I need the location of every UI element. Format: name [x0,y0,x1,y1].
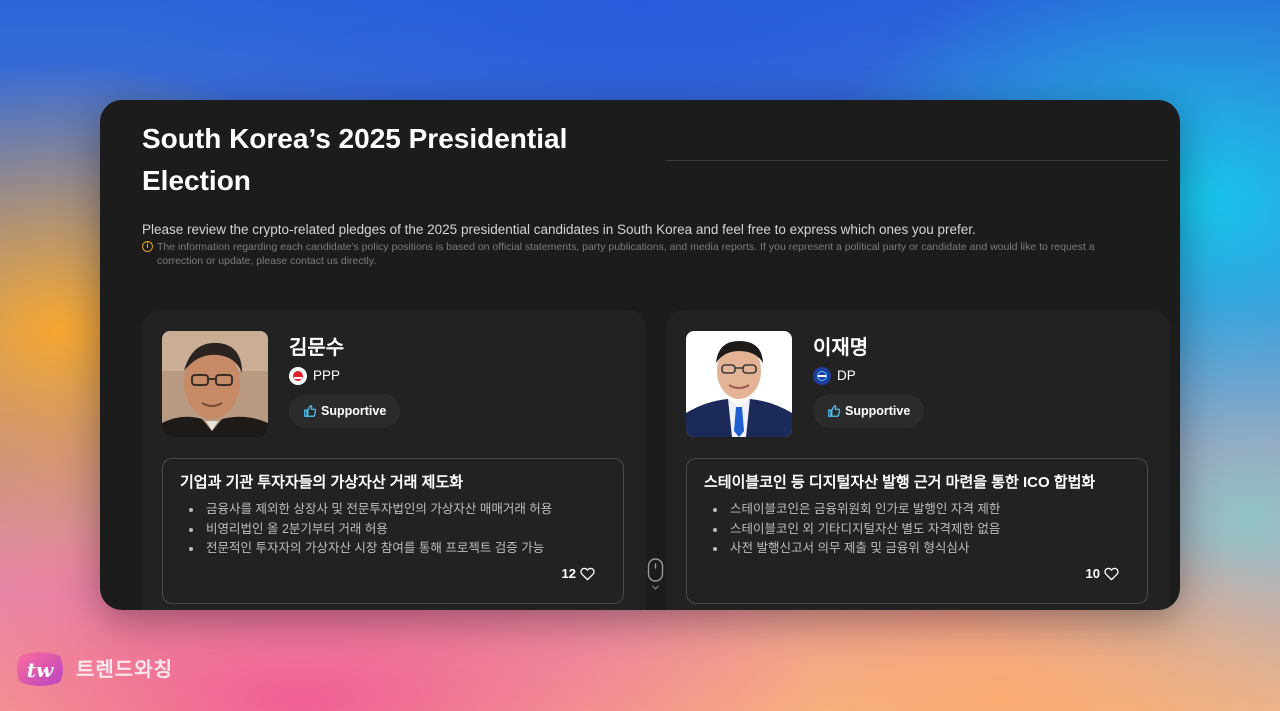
heart-icon [1104,567,1119,581]
candidate-card: 김문수 PPP Supportive 기업과 기관 투자자들의 가상자산 거래 … [142,310,646,610]
supportive-button[interactable]: Supportive [289,394,401,428]
pledge-item: 스테이블코인 외 기타디지털자산 별도 자격제한 없음 [713,520,1000,540]
brand-logo: tw [17,652,63,686]
like-button[interactable]: 10 [1086,566,1119,582]
brand-watermark: tw 트렌드와칭 [14,650,173,690]
candidate-photo [162,331,268,437]
party-name: PPP [313,368,341,383]
supportive-button[interactable]: Supportive [813,394,925,428]
thumbs-up-icon [828,405,841,417]
pledge-item: 사전 발행신고서 의무 제출 및 금융위 형식심사 [713,539,1000,559]
supportive-label: Supportive [321,404,387,418]
pledge-list: 금융사를 제외한 상장사 및 전문투자법인의 가상자산 매매거래 허용 비영리법… [189,500,552,559]
mouse-scroll-icon [647,558,664,590]
disclaimer-note: i The information regarding each candida… [142,240,1142,268]
pledge-item: 스테이블코인은 금융위원회 인가로 발행인 자격 제한 [713,500,1000,520]
party-logo-icon [289,367,307,385]
info-icon: i [142,241,153,252]
party-info: PPP [289,367,340,385]
party-name: DP [837,368,856,383]
pledge-item: 전문적인 투자자의 가상자산 시장 참여를 통해 프로젝트 검증 가능 [189,539,552,559]
pledge-item: 비영리법인 올 2분기부터 거래 허용 [189,520,552,540]
pledge-item: 금융사를 제외한 상장사 및 전문투자법인의 가상자산 매매거래 허용 [189,500,552,520]
page-description: Please review the crypto-related pledges… [142,222,976,237]
like-button[interactable]: 12 [562,566,595,582]
title-divider [666,160,1168,161]
pledge-title: 기업과 기관 투자자들의 가상자산 거래 제도화 [180,474,464,491]
brand-name: 트렌드와칭 [76,659,173,681]
pledge-box: 스테이블코인 등 디지털자산 발행 근거 마련을 통한 ICO 합법화 스테이블… [686,458,1148,604]
pledge-box: 기업과 기관 투자자들의 가상자산 거래 제도화 금융사를 제외한 상장사 및 … [162,458,624,604]
pledge-list: 스테이블코인은 금융위원회 인가로 발행인 자격 제한 스테이블코인 외 기타디… [713,500,1000,559]
svg-text:tw: tw [27,658,54,682]
candidate-name: 김문수 [289,337,345,359]
like-count: 12 [561,566,576,581]
candidate-card: 이재명 DP Supportive 스테이블코인 등 디지털자산 발행 근거 마… [666,310,1170,610]
like-count: 10 [1085,566,1100,581]
party-info: DP [813,367,856,385]
election-panel: South Korea’s 2025 Presidential Election… [100,100,1180,610]
candidate-name: 이재명 [813,337,869,359]
thumbs-up-icon [304,405,317,417]
page-title: South Korea’s 2025 Presidential Election [142,123,568,196]
heart-icon [580,567,595,581]
disclaimer-text: The information regarding each candidate… [157,241,1095,267]
supportive-label: Supportive [845,404,911,418]
candidate-photo [686,331,792,437]
party-logo-icon [813,367,831,385]
pledge-title: 스테이블코인 등 디지털자산 발행 근거 마련을 통한 ICO 합법화 [704,474,1096,491]
